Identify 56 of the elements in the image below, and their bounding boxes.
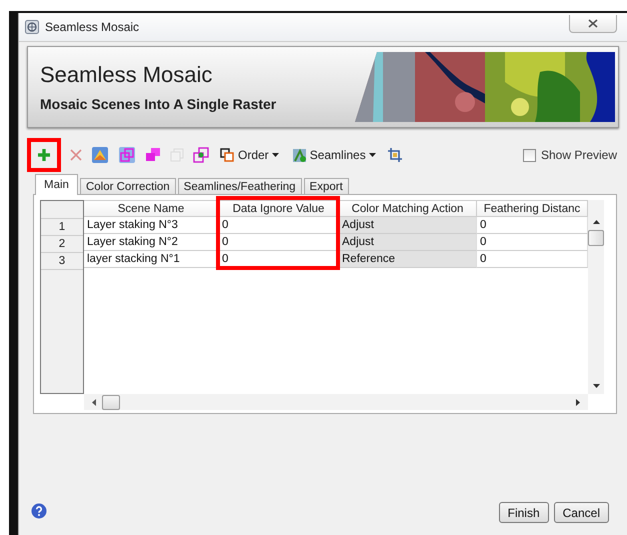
cancel-button[interactable]: Cancel — [554, 502, 609, 523]
linked-squares-icon — [193, 147, 209, 163]
down-arrow-icon[interactable] — [592, 384, 600, 388]
table-cell[interactable]: 0 — [219, 217, 339, 234]
checkbox[interactable] — [522, 148, 536, 162]
table-cell[interactable]: Reference — [339, 251, 477, 268]
crop-icon — [386, 147, 403, 163]
table-cell[interactable]: Layer staking N°2 — [84, 234, 219, 251]
column-header[interactable]: Data Ignore Value — [219, 200, 339, 217]
table-cell[interactable]: layer stacking N°1 — [84, 251, 219, 268]
toolbar-dropdown[interactable]: Order — [216, 146, 283, 164]
overlap-squares-tool-button[interactable] — [116, 144, 138, 166]
left-arrow-icon[interactable] — [92, 398, 96, 406]
toolbar-dropdown[interactable]: Seamlines — [288, 146, 380, 164]
table-cell[interactable]: 0 — [219, 251, 339, 268]
row-header[interactable]: 2 — [41, 236, 83, 253]
caret-icon — [368, 153, 376, 157]
close-icon — [588, 19, 598, 28]
banner-subtitle: Mosaic Scenes Into A Single Raster — [40, 96, 276, 112]
column-header[interactable]: Color Matching Action — [339, 200, 477, 217]
layers-tool-button[interactable] — [89, 144, 111, 166]
finish-button[interactable]: Finish — [498, 502, 549, 523]
right-arrow-icon[interactable] — [576, 398, 580, 406]
vertical-scrollbar[interactable] — [588, 200, 604, 394]
table-cell[interactable]: 0 — [219, 234, 339, 251]
close-button[interactable] — [569, 15, 617, 33]
banner-title: Seamless Mosaic — [40, 62, 214, 88]
app-icon — [25, 20, 39, 34]
show-preview-checkbox[interactable]: Show Preview — [522, 148, 617, 162]
cross-icon — [70, 149, 82, 161]
up-arrow-icon[interactable] — [592, 220, 600, 224]
window-title: Seamless Mosaic — [45, 20, 140, 34]
row-header[interactable]: 3 — [41, 253, 83, 270]
overlap-squares-icon — [118, 146, 136, 164]
scroll-thumb[interactable] — [102, 394, 120, 410]
linked-squares-tool-button[interactable] — [191, 145, 211, 165]
column-header[interactable]: Feathering Distanc — [477, 200, 588, 217]
table-cell[interactable]: Adjust — [339, 234, 477, 251]
plus-icon — [37, 148, 51, 162]
column-header[interactable]: Scene Name — [84, 200, 219, 217]
tab[interactable]: Main — [35, 174, 78, 195]
tab[interactable]: Seamlines/Feathering — [178, 178, 302, 195]
tab[interactable]: Export — [304, 178, 349, 195]
layers-icon — [91, 146, 109, 164]
seamlines-icon — [292, 148, 307, 162]
scroll-thumb[interactable] — [588, 230, 604, 246]
caret-icon — [272, 153, 279, 157]
table-cell[interactable]: Layer staking N°3 — [84, 217, 219, 234]
table-cell[interactable]: Adjust — [339, 217, 477, 234]
help-icon[interactable] — [31, 503, 47, 519]
horizontal-scrollbar[interactable] — [84, 394, 588, 410]
stacked-squares-icon — [145, 147, 161, 163]
row-header[interactable]: 1 — [41, 219, 83, 236]
order-icon — [220, 148, 235, 162]
plus-tool-button[interactable] — [35, 146, 53, 164]
tab[interactable]: Color Correction — [80, 178, 176, 195]
